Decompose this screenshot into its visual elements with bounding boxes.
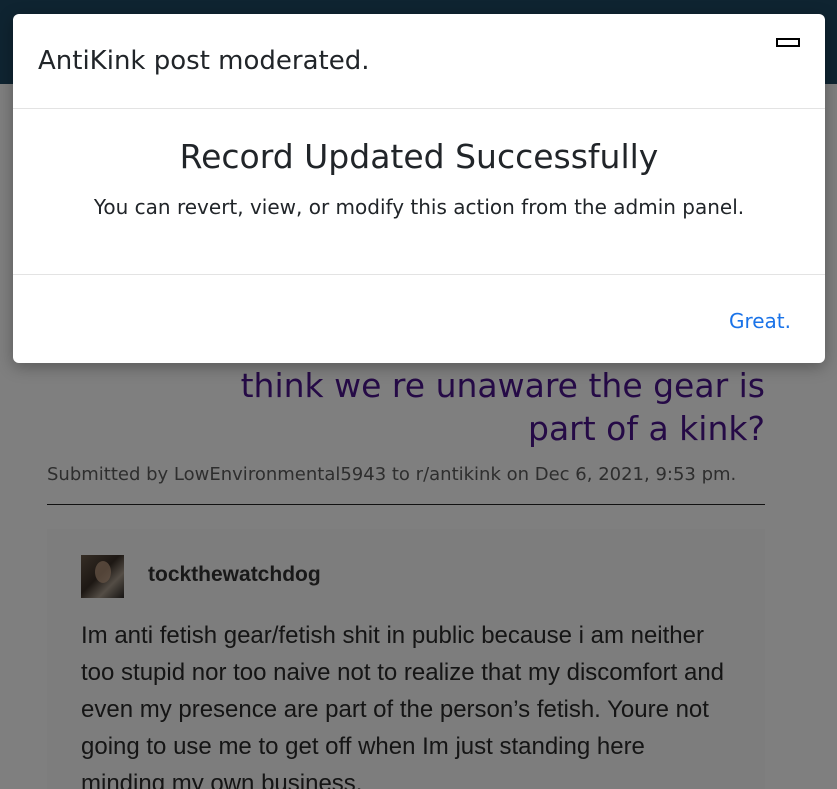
modal-footer: Great. <box>13 275 825 363</box>
success-message: You can revert, view, or modify this act… <box>93 195 745 219</box>
moderation-modal: AntiKink post moderated. Record Updated … <box>13 14 825 363</box>
success-heading: Record Updated Successfully <box>179 137 659 176</box>
modal-body: Record Updated Successfully You can reve… <box>13 109 825 275</box>
great-button[interactable]: Great. <box>729 309 791 333</box>
modal-title: AntiKink post moderated. <box>38 46 370 76</box>
minimize-icon[interactable] <box>776 38 800 47</box>
modal-header: AntiKink post moderated. <box>13 14 825 109</box>
